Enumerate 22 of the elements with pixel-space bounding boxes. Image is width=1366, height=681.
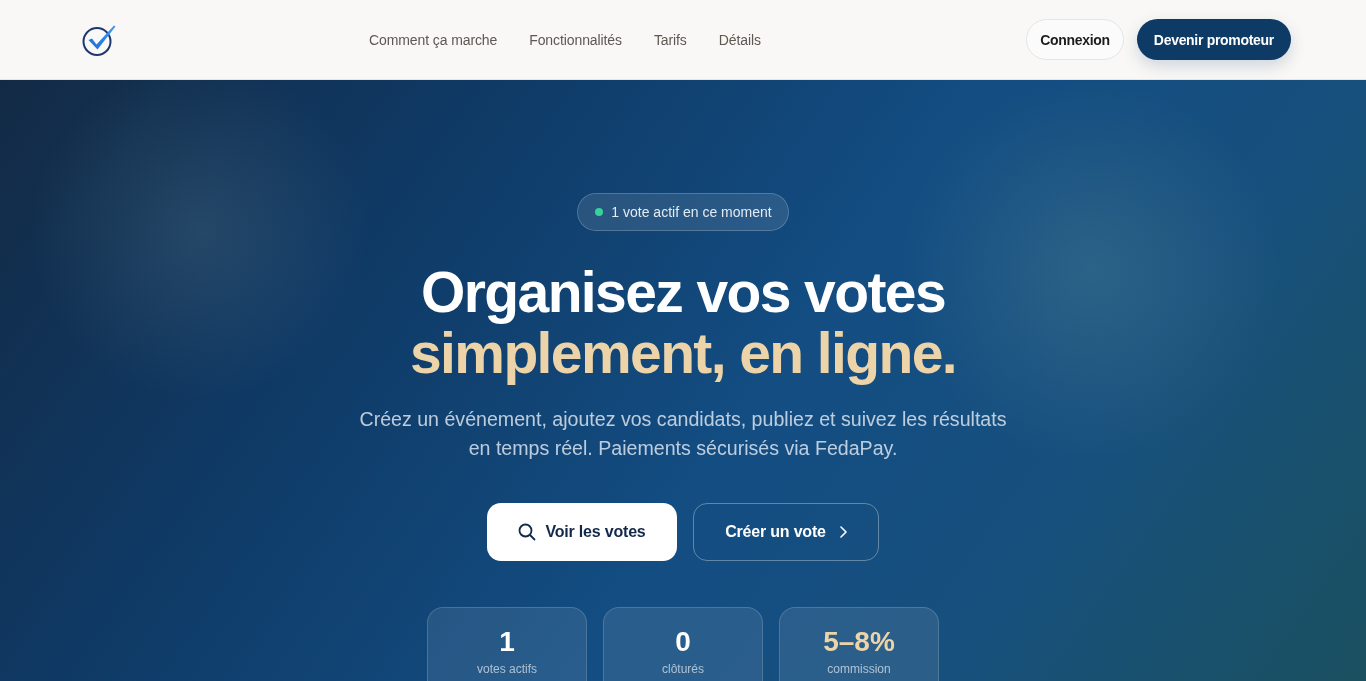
hero-title-accent: simplement, en ligne.	[410, 323, 956, 384]
promoter-button[interactable]: Devenir promoteur	[1136, 19, 1291, 60]
stat-value: 1	[498, 625, 516, 659]
stat-value: 5–8%	[822, 625, 896, 659]
view-votes-button[interactable]: Voir les votes	[487, 503, 677, 561]
badge-text: 1 vote actif en ce moment	[611, 204, 772, 220]
nav-link[interactable]: Tarifs	[653, 31, 687, 48]
stat-label: votes actifs	[476, 662, 538, 677]
stat-label: commission	[826, 662, 892, 677]
checkmark-logo-icon[interactable]	[82, 23, 116, 56]
hero-title: Organisez vos votes	[420, 262, 946, 323]
create-vote-button[interactable]: Créer un vote	[693, 503, 879, 561]
nav-link[interactable]: Comment ça marche	[369, 31, 498, 48]
stat-label: clôturés	[661, 662, 705, 677]
stat-value: 0	[674, 625, 692, 659]
status-dot-icon	[595, 208, 604, 216]
nav-link[interactable]: Fonctionnalités	[529, 31, 622, 48]
nav-link[interactable]: Détails	[718, 31, 761, 48]
hero-subtitle: Créez un événement, ajoutez vos candidats, publiez et suivez les résultats en temps réel. Paiements sécurisés via FedaPay.	[358, 407, 1008, 461]
chevron-right-icon	[839, 526, 847, 538]
search-icon	[518, 523, 537, 541]
login-button[interactable]: Connexion	[1026, 19, 1124, 60]
